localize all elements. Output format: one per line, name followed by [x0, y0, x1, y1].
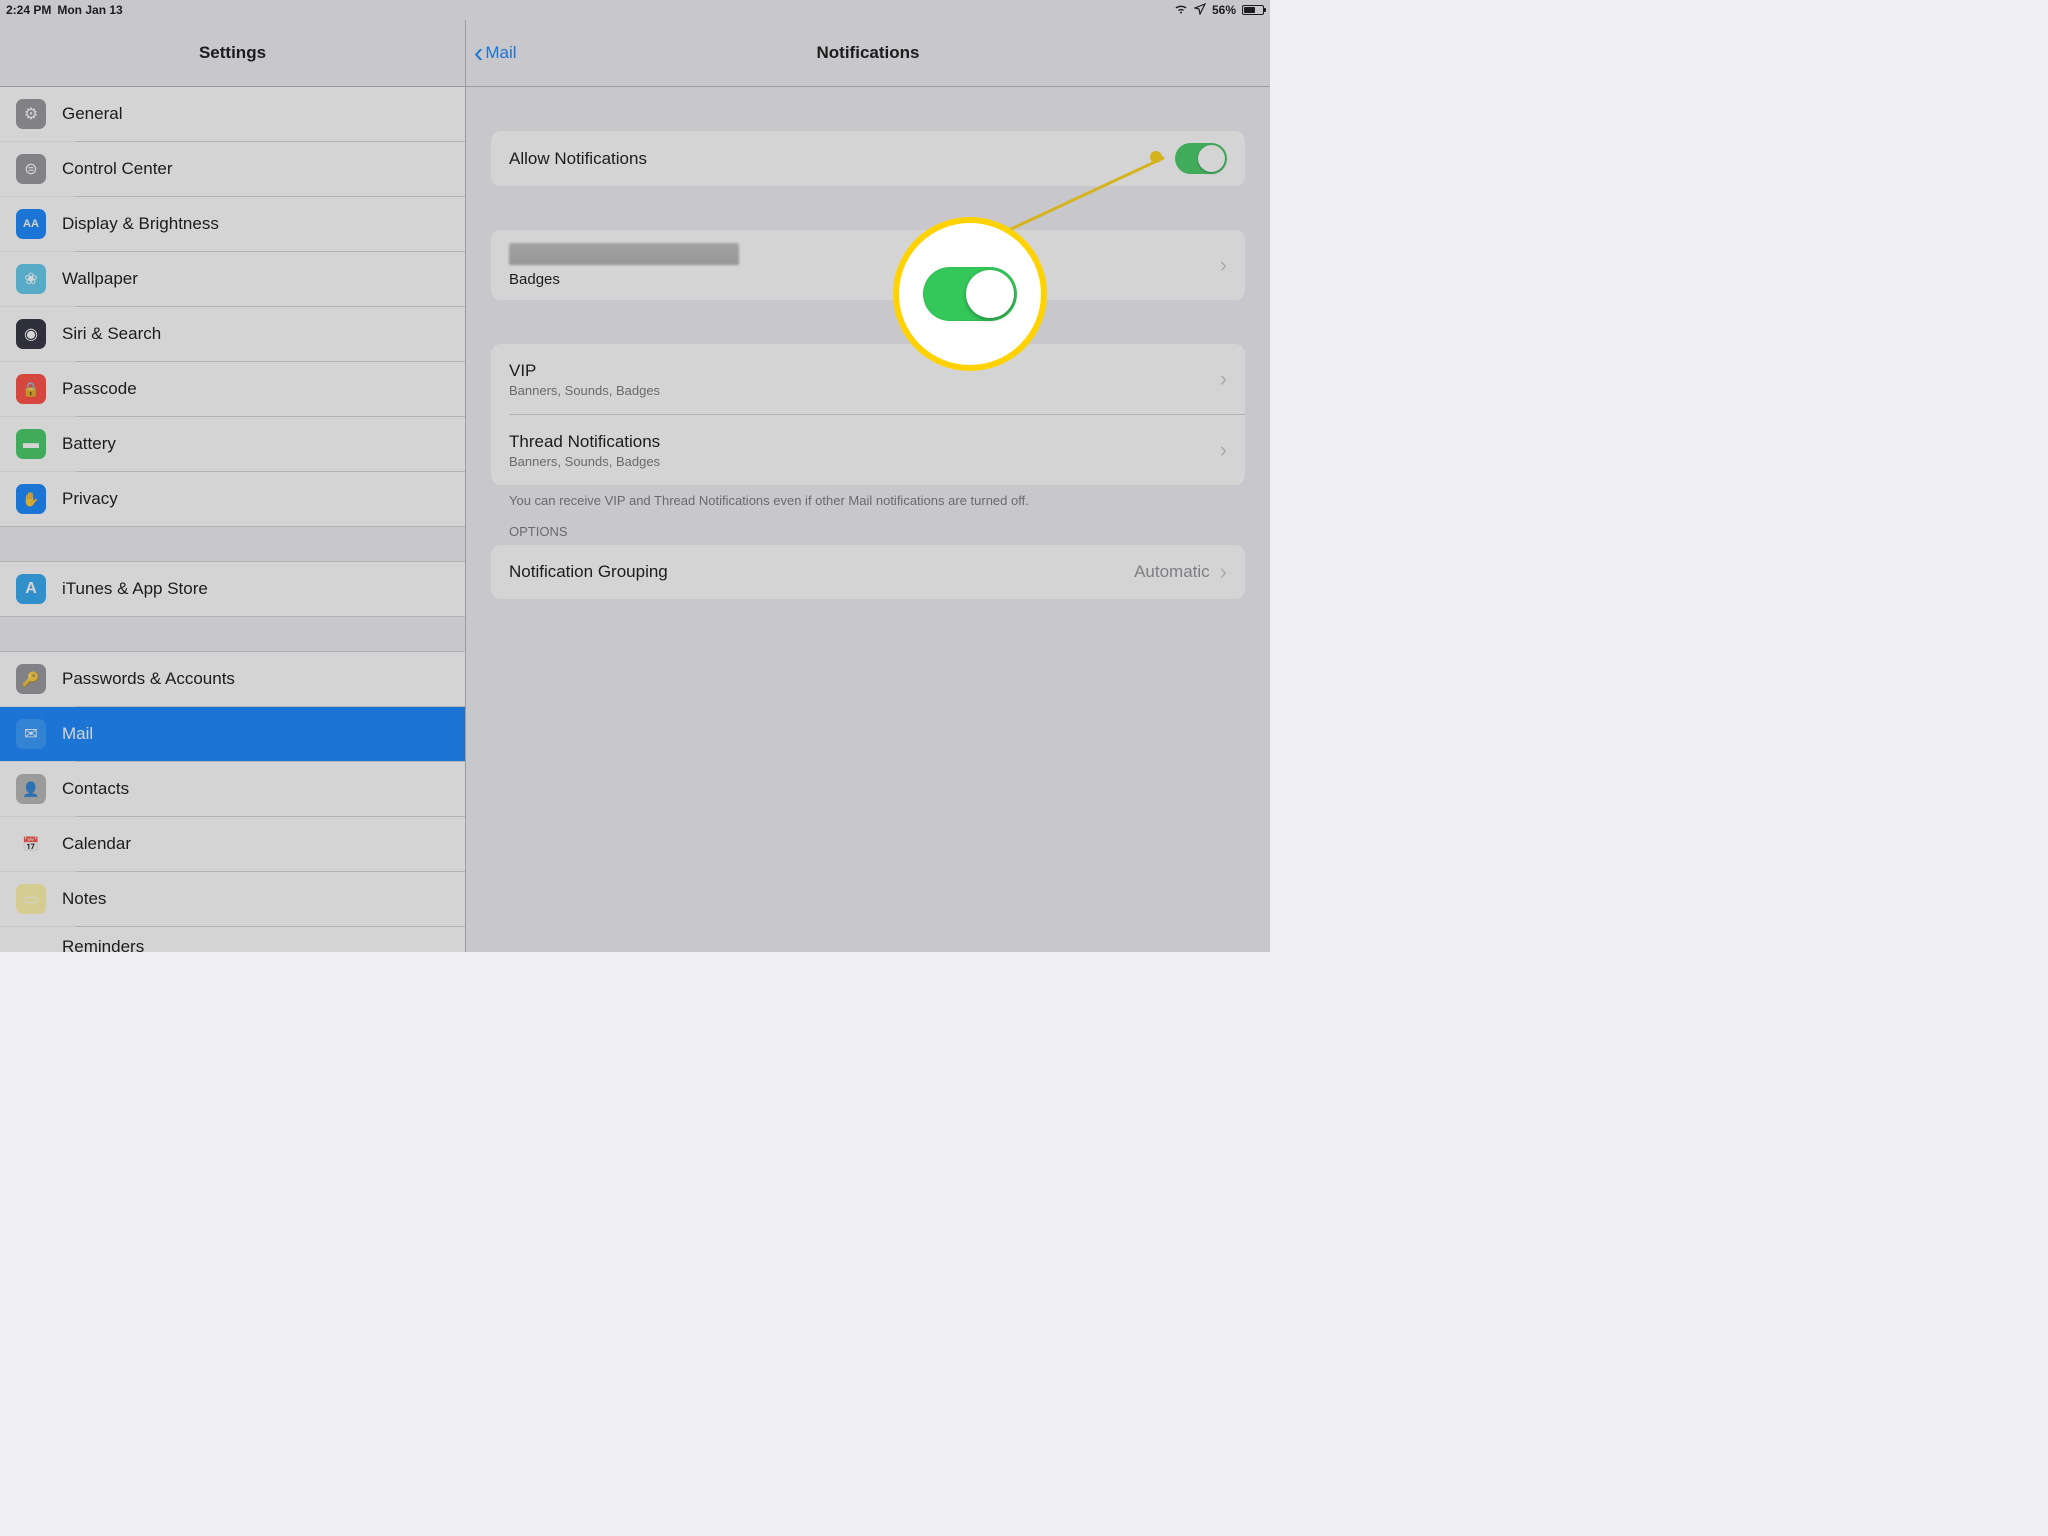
sidebar-item-label: iTunes & App Store	[62, 579, 208, 599]
sidebar-header: Settings	[0, 20, 465, 87]
callout-leader-dot	[1150, 151, 1162, 163]
cell-label: VIP	[509, 361, 660, 381]
cell-label: Allow Notifications	[509, 149, 647, 169]
page-title: Notifications	[466, 43, 1270, 63]
sidebar-item-label: Siri & Search	[62, 324, 161, 344]
chevron-right-icon: ›	[1220, 252, 1227, 278]
sidebar-item-label: Mail	[62, 724, 93, 744]
row-vip[interactable]: VIP Banners, Sounds, Badges ›	[491, 344, 1245, 414]
sidebar-item-contacts[interactable]: 👤 Contacts	[0, 762, 465, 816]
sidebar-item-calendar[interactable]: 📅 Calendar	[0, 817, 465, 871]
chevron-right-icon: ›	[1220, 437, 1227, 463]
row-allow-notifications[interactable]: Allow Notifications	[491, 131, 1245, 186]
section-footer: You can receive VIP and Thread Notificat…	[491, 485, 1245, 508]
sidebar-item-label: Privacy	[62, 489, 118, 509]
sidebar-item-label: Wallpaper	[62, 269, 138, 289]
sidebar-item-label: Contacts	[62, 779, 129, 799]
cell-label: Thread Notifications	[509, 432, 660, 452]
reminders-icon: ☰	[16, 932, 46, 952]
sidebar-item-reminders[interactable]: ☰ Reminders	[0, 927, 465, 952]
toggle-icon: ⊜	[16, 154, 46, 184]
toggle-allow-notifications[interactable]	[1175, 143, 1227, 174]
hand-icon: ✋	[16, 484, 46, 514]
settings-sidebar: Settings ⚙ General ⊜ Control Center AA Disp…	[0, 20, 466, 952]
detail-pane: ‹ Mail Notifications Allow Notifications…	[466, 20, 1270, 952]
sidebar-item-label: Passwords & Accounts	[62, 669, 235, 689]
sidebar-item-label: General	[62, 104, 122, 124]
sidebar-item-siri-search[interactable]: ◉ Siri & Search	[0, 307, 465, 361]
cell-label: Badges	[509, 271, 739, 288]
sidebar-item-mail[interactable]: ✉ Mail	[0, 707, 465, 761]
sidebar-item-privacy[interactable]: ✋ Privacy	[0, 472, 465, 526]
cell-value: Automatic	[1134, 562, 1210, 582]
lock-icon: 🔒	[16, 374, 46, 404]
cell-label: Notification Grouping	[509, 562, 668, 582]
sidebar-item-passwords-accounts[interactable]: 🔑 Passwords & Accounts	[0, 652, 465, 706]
wifi-icon	[1174, 3, 1188, 17]
gear-icon: ⚙	[16, 99, 46, 129]
status-bar: 2:24 PM Mon Jan 13 56%	[0, 0, 1270, 20]
sidebar-item-wallpaper[interactable]: ❀ Wallpaper	[0, 252, 465, 306]
sidebar-item-control-center[interactable]: ⊜ Control Center	[0, 142, 465, 196]
sidebar-item-label: Battery	[62, 434, 116, 454]
sidebar-item-passcode[interactable]: 🔒 Passcode	[0, 362, 465, 416]
sidebar-item-general[interactable]: ⚙ General	[0, 87, 465, 141]
key-icon: 🔑	[16, 664, 46, 694]
chevron-right-icon: ›	[1220, 366, 1227, 392]
sidebar-item-display-brightness[interactable]: AA Display & Brightness	[0, 197, 465, 251]
section-header-options: OPTIONS	[491, 508, 1245, 545]
cell-subtitle: Banners, Sounds, Badges	[509, 383, 660, 398]
location-icon	[1194, 3, 1206, 18]
status-date: Mon Jan 13	[57, 3, 122, 17]
sidebar-item-label: Display & Brightness	[62, 214, 219, 234]
sidebar-item-battery[interactable]: ▬ Battery	[0, 417, 465, 471]
sidebar-item-label: Control Center	[62, 159, 173, 179]
text-size-icon: AA	[16, 209, 46, 239]
sidebar-item-notes[interactable]: ▭ Notes	[0, 872, 465, 926]
sidebar-item-label: Calendar	[62, 834, 131, 854]
appstore-icon: A	[16, 574, 46, 604]
battery-icon: ▬	[16, 429, 46, 459]
cell-subtitle: Banners, Sounds, Badges	[509, 454, 660, 469]
mail-icon: ✉	[16, 719, 46, 749]
back-button[interactable]: ‹ Mail	[474, 37, 517, 69]
redacted-account-name	[509, 243, 739, 265]
sidebar-item-label: Notes	[62, 889, 106, 909]
sidebar-item-itunes-app-store[interactable]: AiTunes & App Store	[0, 562, 465, 616]
battery-percent: 56%	[1212, 3, 1236, 17]
chevron-left-icon: ‹	[474, 37, 483, 69]
status-time: 2:24 PM	[6, 3, 51, 17]
battery-icon	[1242, 5, 1264, 15]
row-thread-notifications[interactable]: Thread Notifications Banners, Sounds, Ba…	[491, 415, 1245, 485]
back-label: Mail	[485, 43, 516, 63]
detail-header: ‹ Mail Notifications	[466, 20, 1270, 87]
sidebar-title: Settings	[199, 43, 266, 63]
notes-icon: ▭	[16, 884, 46, 914]
row-badges[interactable]: Badges ›	[491, 230, 1245, 300]
calendar-icon: 📅	[16, 829, 46, 859]
chevron-right-icon: ›	[1220, 559, 1227, 585]
flower-icon: ❀	[16, 264, 46, 294]
contacts-icon: 👤	[16, 774, 46, 804]
sidebar-item-label: Passcode	[62, 379, 137, 399]
siri-icon: ◉	[16, 319, 46, 349]
sidebar-item-label: Reminders	[62, 937, 144, 952]
row-notification-grouping[interactable]: Notification Grouping Automatic ›	[491, 545, 1245, 599]
